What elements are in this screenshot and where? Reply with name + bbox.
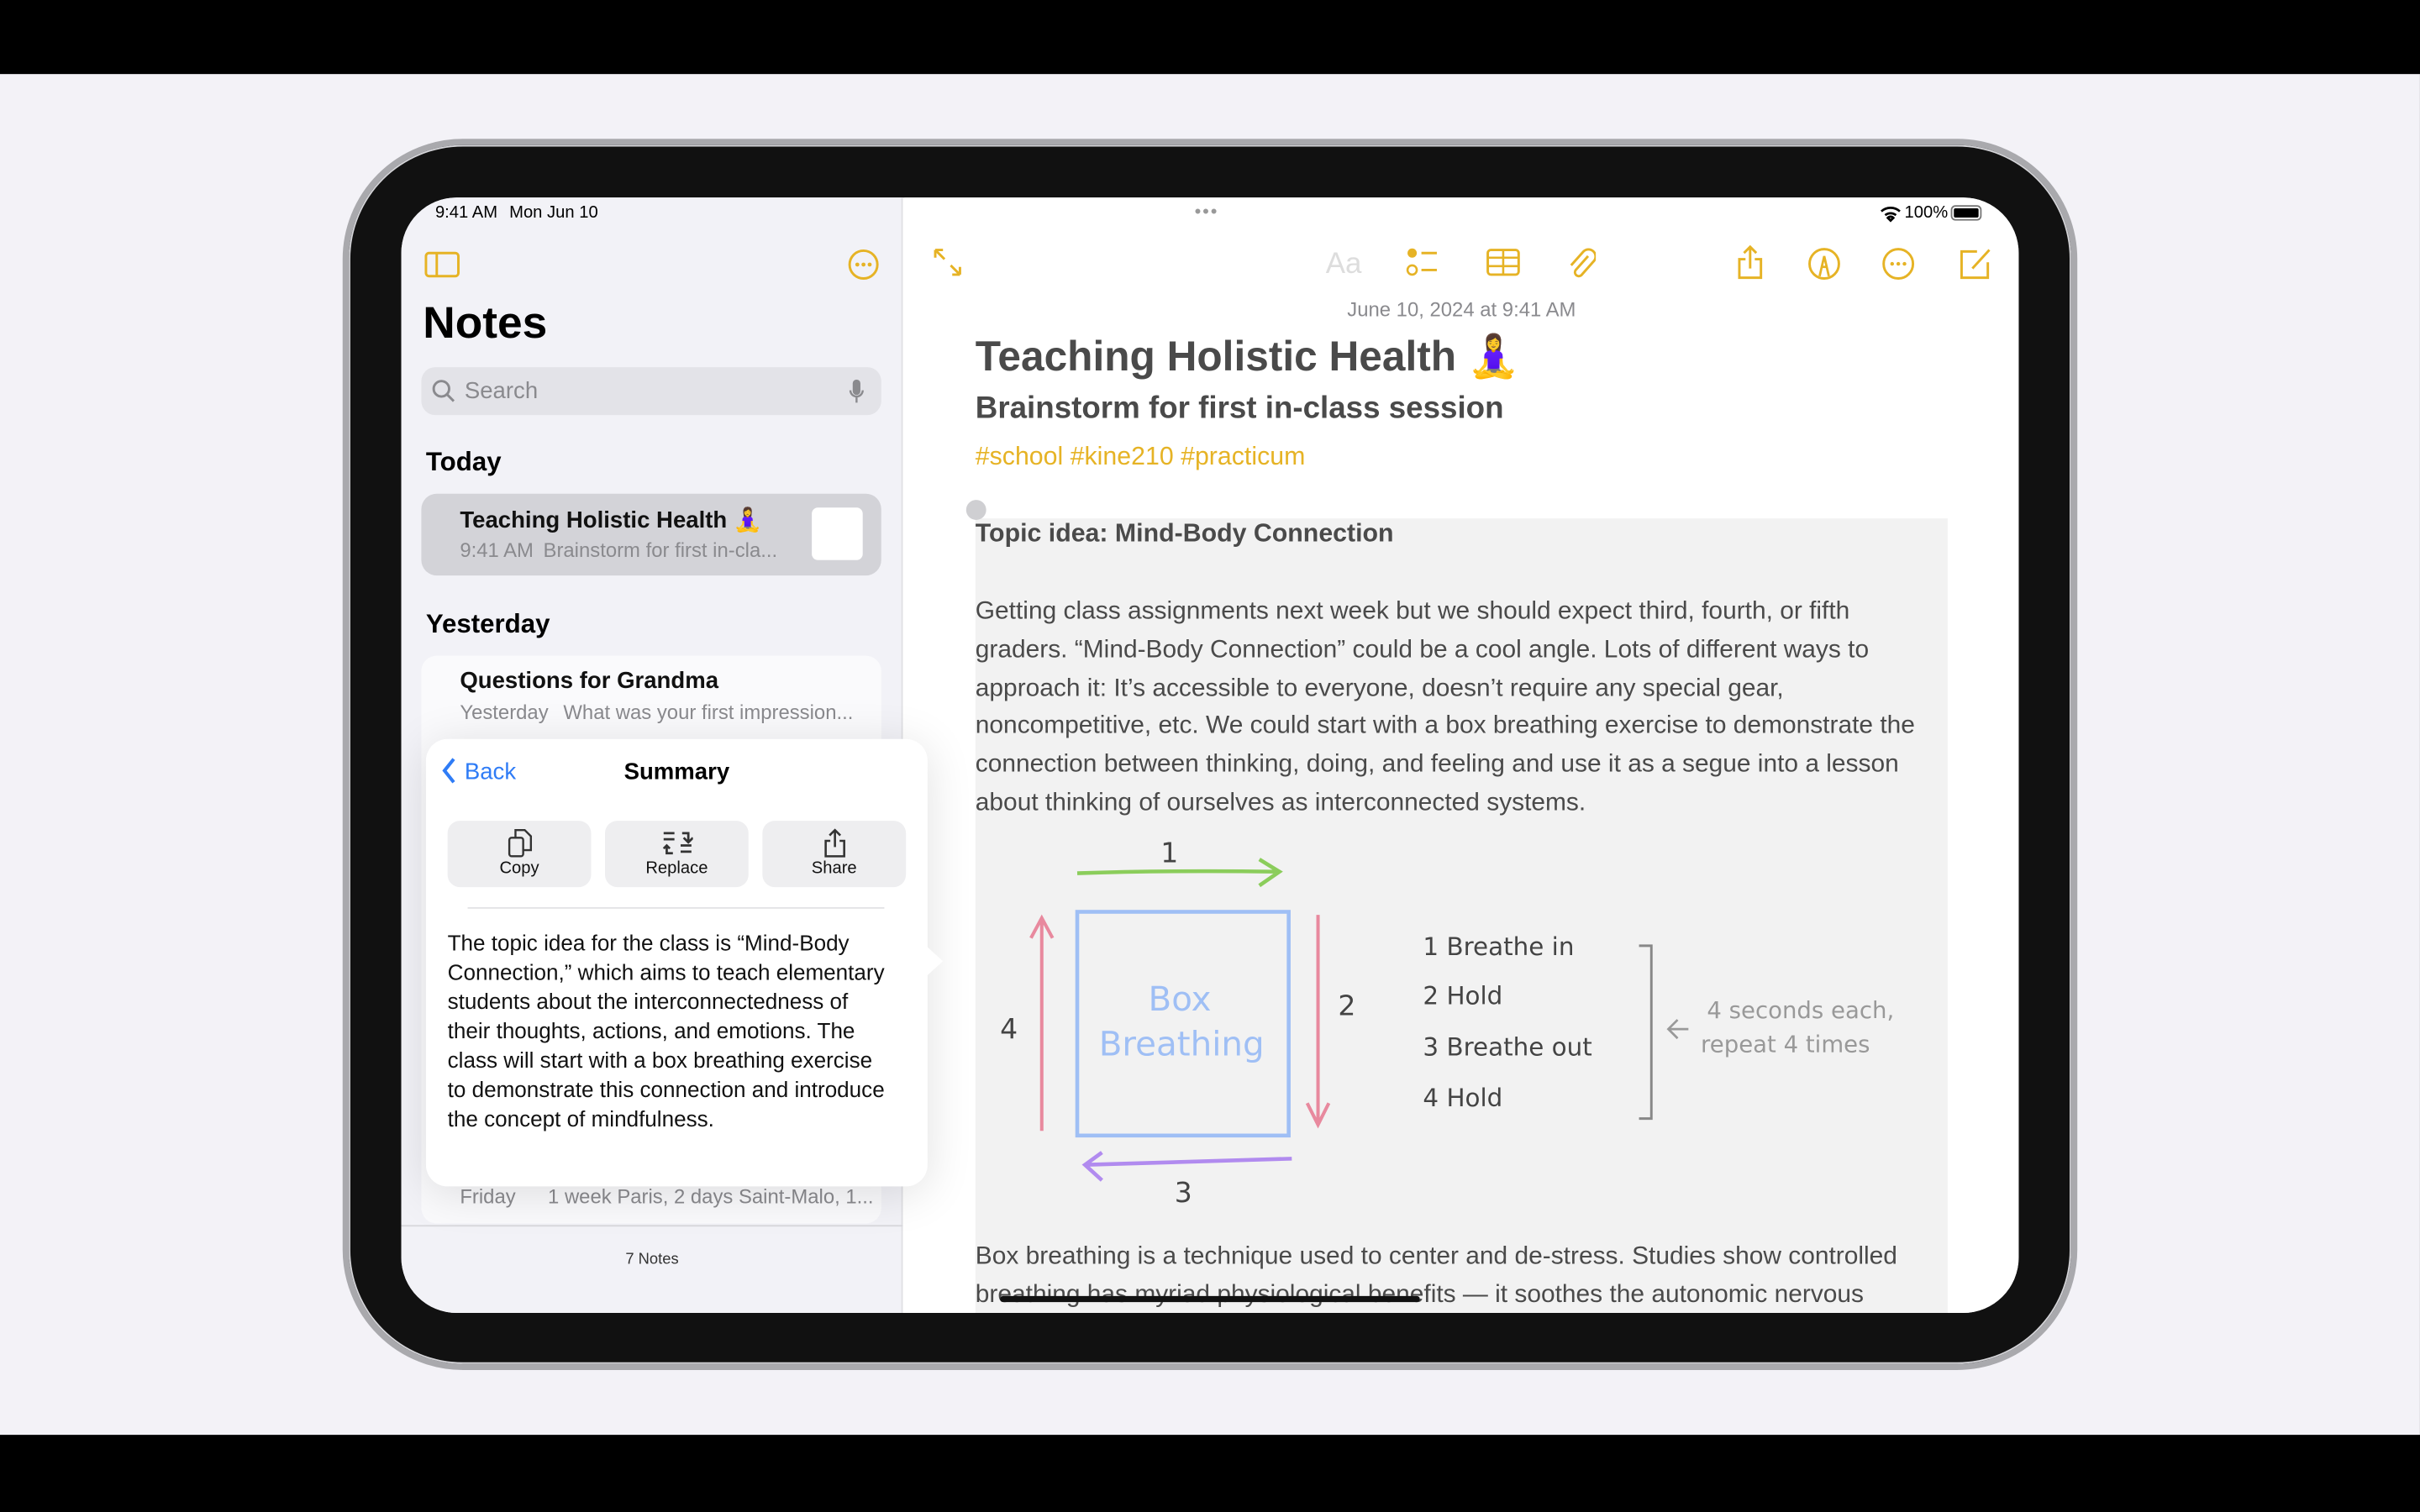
status-time: 9:41 AM — [434, 203, 498, 223]
note-preview: What was your first impression... — [563, 700, 854, 724]
checklist-icon[interactable] — [1406, 247, 1439, 278]
replace-button[interactable]: Replace — [604, 821, 749, 888]
arrow-4-line — [1029, 914, 1055, 1131]
search-input[interactable]: Search — [421, 367, 881, 416]
divider — [467, 906, 885, 909]
replace-label: Replace — [645, 859, 708, 879]
table-icon[interactable] — [1486, 247, 1520, 278]
note-line-1: 4 seconds each, — [1707, 997, 1894, 1024]
share-label: Share — [811, 859, 857, 879]
ipad-screen: 9:41 AM Mon Jun 10 Notes Search Today Te… — [401, 197, 2019, 1314]
attachment-icon[interactable] — [1565, 247, 1597, 281]
wifi-icon — [1881, 207, 1901, 223]
paragraph-1[interactable]: Getting class assignments next week but … — [976, 592, 1933, 822]
notes-count: 7 Notes — [625, 1251, 679, 1268]
battery-icon — [1950, 205, 1982, 221]
step-3: 3 Breathe out — [1423, 1032, 1591, 1061]
home-indicator[interactable] — [1000, 1295, 1420, 1303]
box-label-1: Box — [1149, 979, 1212, 1019]
note-title: Questions for Grandma — [460, 668, 719, 695]
arrow-2-line — [1305, 915, 1331, 1129]
note-preview: 1 week Paris, 2 days Saint-Malo, 1... — [548, 1184, 874, 1209]
box-label-2: Breathing — [1099, 1023, 1265, 1063]
box-breathing-drawing[interactable]: 1 2 3 4 Box Breathing 1 Breathe in 2 Hol… — [966, 822, 1954, 1224]
note-editor: ••• 100% Aa June 10, 2024 at 9:41 AM Tea… — [904, 197, 2019, 1314]
status-date: Mon Jun 10 — [509, 203, 598, 223]
page-title: Notes — [423, 299, 548, 349]
note-time: 9:41 AM — [460, 538, 534, 562]
side-number-2: 2 — [1338, 990, 1355, 1022]
side-number-3: 3 — [1175, 1176, 1192, 1209]
battery-percent: 100% — [1904, 203, 1949, 223]
topic-heading[interactable]: Topic idea: Mind-Body Connection — [976, 520, 1394, 549]
arrow-1-line — [1076, 858, 1283, 888]
copy-button[interactable]: Copy — [447, 821, 592, 888]
compose-icon[interactable] — [1959, 247, 1992, 281]
section-yesterday: Yesterday — [425, 609, 550, 639]
bracket — [1639, 944, 1653, 1121]
section-today: Today — [425, 447, 502, 477]
sidebar-toggle-icon[interactable] — [424, 251, 461, 278]
markup-icon[interactable] — [1807, 247, 1841, 281]
search-placeholder: Search — [464, 377, 539, 405]
multitasking-handle[interactable]: ••• — [1195, 201, 1219, 223]
note-thumbnail — [812, 507, 863, 560]
microphone-icon[interactable] — [849, 379, 864, 404]
note-time: Yesterday — [460, 700, 549, 724]
screenshot-stage: 9:41 AM Mon Jun 10 Notes Search Today Te… — [0, 0, 2420, 1512]
note-preview: Brainstorm for first in-cla... — [543, 538, 778, 562]
share-button[interactable]: Share — [762, 821, 907, 888]
text-format-icon[interactable]: Aa — [1326, 249, 1362, 282]
note-subtitle[interactable]: Brainstorm for first in-class session — [976, 392, 1504, 428]
summary-popover: Back Summary Copy Replace Share The topi… — [425, 738, 944, 1187]
note-tags[interactable]: #school #kine210 #practicum — [976, 443, 1306, 472]
step-1: 1 Breathe in — [1423, 932, 1574, 961]
summary-text: The topic idea for the class is “Mind-Bo… — [447, 932, 885, 1133]
note-item-teaching-holistic-health[interactable]: Teaching Holistic Health 🧘‍♀️ 9:41 AM Br… — [421, 493, 881, 576]
copy-label: Copy — [499, 859, 539, 879]
note-timestamp: June 10, 2024 at 9:41 AM — [904, 297, 2018, 321]
step-4: 4 Hold — [1423, 1084, 1502, 1112]
expand-icon[interactable] — [932, 247, 963, 278]
timestamp-text: June 10, 2024 at 9:41 AM — [1347, 297, 1576, 322]
share-icon — [823, 828, 845, 858]
selection-handle[interactable] — [965, 500, 986, 520]
note-time: Friday — [460, 1184, 516, 1209]
search-icon — [432, 380, 455, 402]
pointer-arrow — [1666, 1019, 1689, 1040]
replace-icon — [661, 832, 692, 855]
share-icon[interactable] — [1736, 244, 1764, 281]
popover-title: Summary — [623, 759, 730, 785]
step-2: 2 Hold — [1423, 982, 1502, 1011]
note-line-2: repeat 4 times — [1701, 1032, 1870, 1058]
more-options-icon[interactable] — [847, 249, 880, 281]
side-number-1: 1 — [1160, 837, 1178, 869]
copy-icon — [507, 828, 532, 858]
side-number-4: 4 — [1000, 1012, 1018, 1045]
more-icon[interactable] — [1881, 247, 1915, 281]
note-title: Teaching Holistic Health 🧘‍♀️ — [460, 507, 763, 534]
note-title[interactable]: Teaching Holistic Health 🧘‍♀️ — [976, 332, 1520, 381]
